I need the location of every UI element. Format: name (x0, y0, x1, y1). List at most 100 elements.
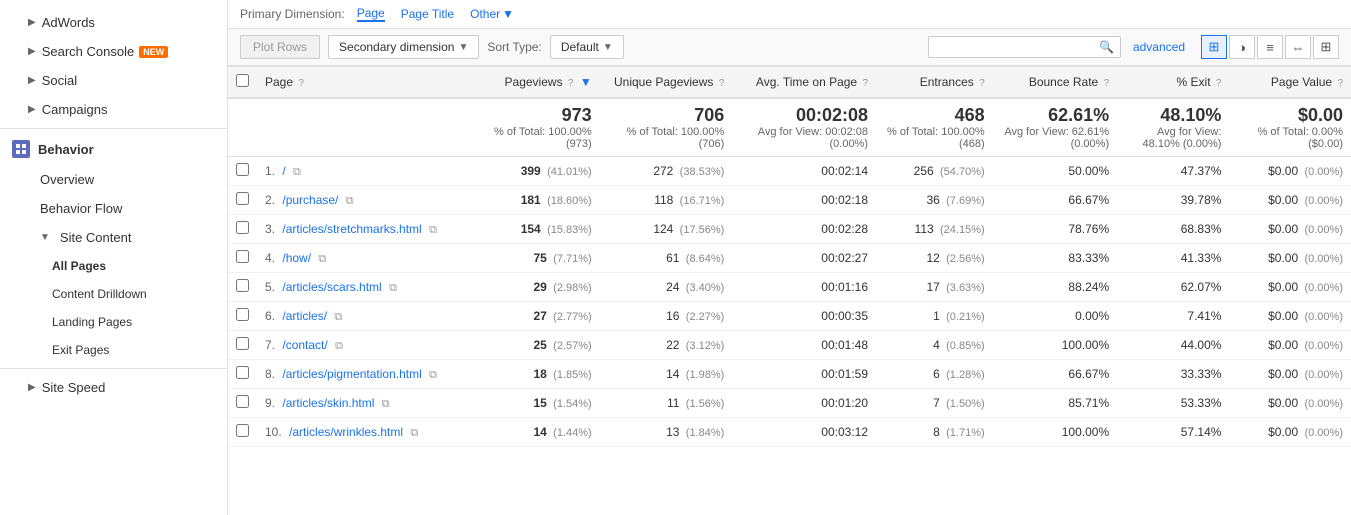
pageviews-help-icon[interactable]: ? (568, 78, 574, 89)
row-page-value: $0.00 (0.00%) (1229, 157, 1351, 186)
sidebar-item-content-drilldown[interactable]: Content Drilldown (0, 280, 227, 308)
sidebar-item-behavior-flow-label: Behavior Flow (40, 201, 122, 216)
sidebar-divider (0, 128, 227, 129)
sidebar-item-site-content-label: Site Content (60, 230, 132, 245)
page-action-icon[interactable]: ⧉ (382, 398, 390, 411)
row-page-cell: 10. /articles/wrinkles.html ⧉ (257, 418, 477, 447)
main-content: Primary Dimension: Page Page Title Other… (228, 0, 1351, 515)
dimension-other-container[interactable]: Other ▼ (470, 7, 514, 21)
row-page-cell: 2. /purchase/ ⧉ (257, 186, 477, 215)
sidebar-item-all-pages[interactable]: All Pages (0, 252, 227, 280)
page-value-pct: (0.00%) (1304, 166, 1343, 178)
advanced-link[interactable]: advanced (1133, 40, 1185, 54)
sidebar-item-site-speed[interactable]: ▶ Site Speed (0, 373, 227, 402)
row-checkbox[interactable] (236, 250, 249, 263)
sidebar-item-adwords[interactable]: ▶ AdWords (0, 8, 227, 37)
select-all-checkbox[interactable] (236, 74, 249, 87)
sidebar-item-behavior[interactable]: Behavior (0, 133, 227, 165)
page-link[interactable]: /articles/ (282, 309, 327, 323)
page-action-icon[interactable]: ⧉ (410, 427, 418, 440)
table-row: 3. /articles/stretchmarks.html ⧉ 154 (15… (228, 215, 1351, 244)
row-entrances: 113 (24.15%) (876, 215, 993, 244)
sidebar-item-landing-pages[interactable]: Landing Pages (0, 308, 227, 336)
row-number: 10. (265, 425, 286, 439)
page-value-help-icon[interactable]: ? (1337, 78, 1343, 89)
row-checkbox[interactable] (236, 395, 249, 408)
sidebar-item-social-label: Social (42, 73, 77, 88)
secondary-dimension-dropdown[interactable]: Secondary dimension ▼ (328, 35, 479, 59)
view-table-icon[interactable]: ≡ (1257, 35, 1283, 59)
dimension-page[interactable]: Page (357, 6, 385, 22)
row-entrances: 1 (0.21%) (876, 302, 993, 331)
unique-pct: (3.12%) (686, 340, 725, 352)
row-checkbox[interactable] (236, 337, 249, 350)
row-page-value: $0.00 (0.00%) (1229, 360, 1351, 389)
row-number: 8. (265, 367, 279, 381)
page-action-icon[interactable]: ⧉ (335, 340, 343, 353)
row-unique-pageviews: 14 (1.98%) (600, 360, 733, 389)
page-action-icon[interactable]: ⧉ (318, 253, 326, 266)
exit-pct-help-icon[interactable]: ? (1216, 78, 1222, 89)
page-action-icon[interactable]: ⧉ (334, 311, 342, 324)
page-actions: ⧉ (389, 282, 397, 295)
row-checkbox[interactable] (236, 308, 249, 321)
search-icon[interactable]: 🔍 (1099, 40, 1114, 54)
view-pivot-icon[interactable]: ⊞ (1313, 35, 1339, 59)
search-input[interactable] (935, 40, 1095, 54)
row-number: 6. (265, 309, 279, 323)
page-action-icon[interactable]: ⧉ (293, 166, 301, 179)
row-avg-time: 00:03:12 (732, 418, 876, 447)
sort-type-dropdown[interactable]: Default ▼ (550, 35, 624, 59)
sidebar-item-search-console[interactable]: ▶ Search Console NEW (0, 37, 227, 66)
sidebar-item-overview[interactable]: Overview (0, 165, 227, 194)
row-unique-pageviews: 13 (1.84%) (600, 418, 733, 447)
page-link[interactable]: /articles/scars.html (282, 280, 381, 294)
page-link[interactable]: /articles/wrinkles.html (289, 425, 403, 439)
row-entrances: 8 (1.71%) (876, 418, 993, 447)
page-action-icon[interactable]: ⧉ (389, 282, 397, 295)
row-checkbox[interactable] (236, 366, 249, 379)
row-checkbox[interactable] (236, 163, 249, 176)
row-number: 1. (265, 164, 279, 178)
page-link[interactable]: /articles/pigmentation.html (282, 367, 421, 381)
sidebar-item-adwords-label: AdWords (42, 15, 95, 30)
page-action-icon[interactable]: ⧉ (429, 224, 437, 237)
sidebar-item-exit-pages[interactable]: Exit Pages (0, 336, 227, 364)
search-console-arrow-icon: ▶ (28, 46, 36, 57)
sidebar-item-landing-pages-label: Landing Pages (52, 315, 132, 329)
page-link[interactable]: /purchase/ (282, 193, 338, 207)
row-checkbox[interactable] (236, 221, 249, 234)
bounce-rate-help-icon[interactable]: ? (1104, 78, 1110, 89)
row-checkbox[interactable] (236, 192, 249, 205)
row-exit-pct: 33.33% (1117, 360, 1229, 389)
page-action-icon[interactable]: ⧉ (429, 369, 437, 382)
page-action-icon[interactable]: ⧉ (346, 195, 354, 208)
page-link[interactable]: /contact/ (282, 338, 327, 352)
view-grid-icon[interactable]: ⊞ (1201, 35, 1227, 59)
page-link[interactable]: /articles/stretchmarks.html (282, 222, 421, 236)
page-link[interactable]: / (282, 164, 285, 178)
pageviews-val: 14 (533, 425, 546, 439)
sort-default-arrow: ▼ (603, 42, 613, 53)
pageviews-pct: (2.57%) (553, 340, 592, 352)
sidebar-item-social[interactable]: ▶ Social (0, 66, 227, 95)
dimension-page-title[interactable]: Page Title (401, 7, 454, 21)
view-compare-icon[interactable]: ⇔ (1285, 35, 1311, 59)
page-link[interactable]: /how/ (282, 251, 311, 265)
summary-avg-time: 00:02:08 Avg for View: 00:02:08 (0.00%) (732, 98, 876, 157)
avg-time-help-icon[interactable]: ? (862, 78, 868, 89)
sidebar-item-behavior-flow[interactable]: Behavior Flow (0, 194, 227, 223)
entrances-help-icon[interactable]: ? (979, 78, 985, 89)
unique-pageviews-help-icon[interactable]: ? (719, 78, 725, 89)
row-page-value: $0.00 (0.00%) (1229, 418, 1351, 447)
row-checkbox[interactable] (236, 424, 249, 437)
sidebar-item-site-content[interactable]: ▼ Site Content (0, 223, 227, 252)
page-help-icon[interactable]: ? (298, 78, 304, 89)
page-link[interactable]: /articles/skin.html (282, 396, 374, 410)
row-checkbox[interactable] (236, 279, 249, 292)
sidebar-item-campaigns[interactable]: ▶ Campaigns (0, 95, 227, 124)
view-pie-icon[interactable]: ◑ (1229, 35, 1255, 59)
plot-rows-button[interactable]: Plot Rows (240, 35, 320, 59)
row-exit-pct: 47.37% (1117, 157, 1229, 186)
behavior-icon (12, 140, 30, 158)
